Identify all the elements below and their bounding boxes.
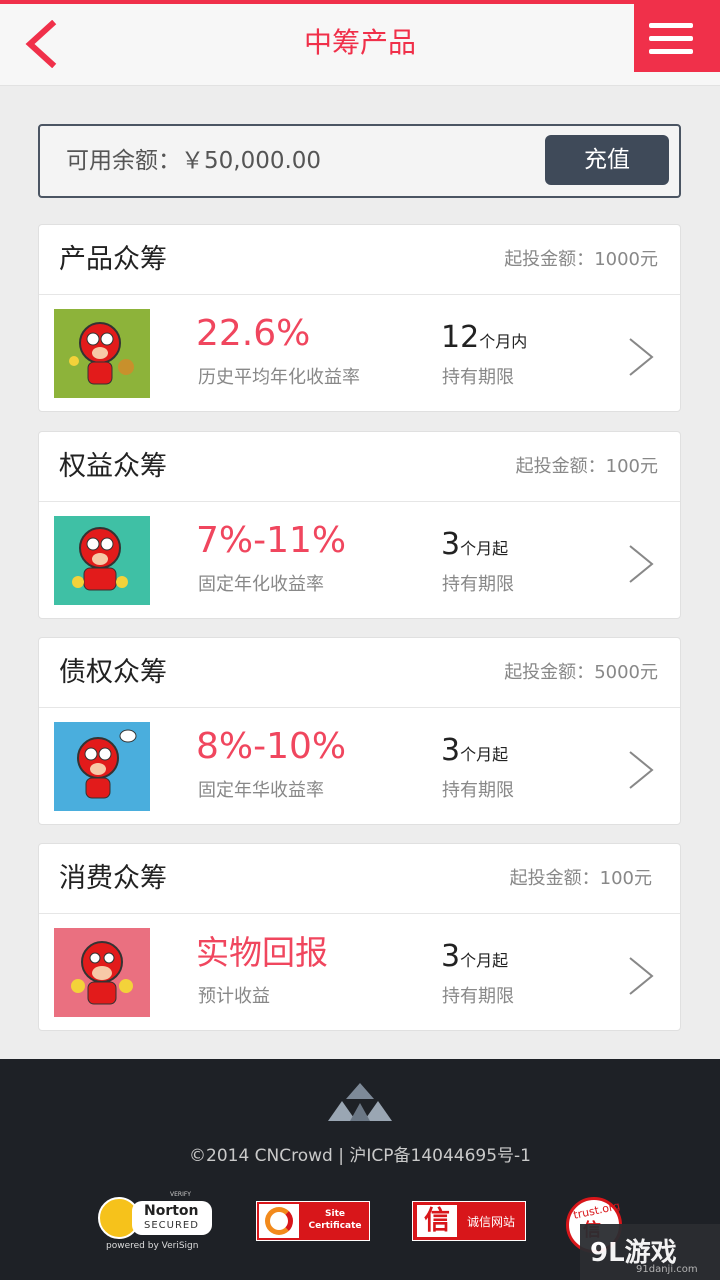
mascot-thumbnail xyxy=(54,309,150,398)
min-investment-label: 起投金额： xyxy=(504,249,595,270)
min-investment-value: 100元 xyxy=(599,868,652,889)
holding-term-label: 持有期限 xyxy=(442,780,514,801)
card-header: 债权众筹 起投金额：5000元 xyxy=(39,638,680,708)
hamburger-icon-bar xyxy=(649,36,693,41)
return-rate: 8%-10% xyxy=(196,726,347,767)
site-certificate-text: Site Certificate xyxy=(308,1209,362,1231)
card-header: 产品众筹 起投金额：1000元 xyxy=(39,225,680,295)
chevron-right-icon[interactable] xyxy=(626,750,656,790)
min-investment-label: 起投金额： xyxy=(504,662,595,683)
min-investment-value: 100元 xyxy=(605,456,658,477)
min-investment: 起投金额：100元 xyxy=(516,432,658,502)
term-number: 12 xyxy=(441,320,480,355)
return-rate: 7%-11% xyxy=(196,520,347,561)
term-number: 3 xyxy=(441,939,461,974)
trusted-website-badge[interactable]: 信 诚信网站 xyxy=(412,1201,526,1241)
holding-term: 3个月起 xyxy=(441,732,508,774)
mascot-thumbnail xyxy=(54,722,150,811)
site-certificate-badge[interactable]: Site Certificate xyxy=(256,1201,370,1241)
holding-term-label: 持有期限 xyxy=(442,574,514,595)
product-card-debt[interactable]: 债权众筹 起投金额：5000元 8%-10% 固定年华收益率 3个月起 持有期限 xyxy=(38,637,681,825)
chevron-right-icon[interactable] xyxy=(626,956,656,996)
mascot-thumbnail xyxy=(54,516,150,605)
card-title: 债权众筹 xyxy=(59,657,167,688)
watermark-url: 91danji.com xyxy=(636,1264,698,1275)
term-unit: 个月起 xyxy=(460,745,509,764)
card-title: 权益众筹 xyxy=(59,451,167,482)
app-header: 中筹产品 xyxy=(0,4,720,86)
powered-by-text: powered by VeriSign xyxy=(106,1241,199,1251)
hamburger-icon xyxy=(649,23,693,28)
min-investment-label: 起投金额： xyxy=(515,456,606,477)
holding-term-label: 持有期限 xyxy=(442,986,514,1007)
term-unit: 个月起 xyxy=(460,951,509,970)
holding-term: 3个月起 xyxy=(441,526,508,568)
min-investment: 起投金额：5000元 xyxy=(504,638,658,708)
watermark: 9L游戏 91danji.com xyxy=(580,1224,720,1280)
term-unit: 个月起 xyxy=(460,539,509,558)
min-investment-value: 5000元 xyxy=(594,662,658,683)
term-number: 3 xyxy=(441,527,461,562)
cncrowd-logo-icon xyxy=(328,1083,392,1121)
holding-term: 12个月内 xyxy=(441,319,527,361)
term-number: 3 xyxy=(441,733,461,768)
min-investment-label: 起投金额： xyxy=(509,868,600,889)
return-rate-label: 固定年化收益率 xyxy=(198,574,324,595)
return-rate-label: 预计收益 xyxy=(198,986,270,1007)
menu-button[interactable] xyxy=(634,4,720,72)
secured-text: SECURED xyxy=(144,1220,199,1231)
min-investment-value: 1000元 xyxy=(594,249,658,270)
certificate-ring-icon xyxy=(265,1207,293,1235)
xin-icon: 信 xyxy=(417,1205,457,1237)
chevron-left-icon[interactable] xyxy=(22,20,62,68)
site-certificate-icon-box xyxy=(259,1204,299,1238)
available-balance: 可用余额：￥50,000.00 xyxy=(66,148,322,174)
chevron-right-icon[interactable] xyxy=(626,544,656,584)
mascot-thumbnail xyxy=(54,928,150,1017)
trusted-website-text: 诚信网站 xyxy=(467,1215,516,1229)
return-rate: 实物回报 xyxy=(196,933,328,972)
norton-verify-text: VERIFY xyxy=(170,1191,191,1198)
term-unit: 个月内 xyxy=(479,332,528,351)
card-header: 消费众筹 起投金额：100元 xyxy=(39,844,680,914)
hamburger-icon-bar xyxy=(649,49,693,54)
holding-term: 3个月起 xyxy=(441,938,508,980)
card-title: 消费众筹 xyxy=(59,863,167,894)
return-rate-label: 历史平均年化收益率 xyxy=(198,367,360,388)
min-investment: 起投金额：1000元 xyxy=(504,225,658,295)
return-rate-label: 固定年华收益率 xyxy=(198,780,324,801)
norton-secured-badge[interactable]: VERIFY Norton SECURED powered by VeriSig… xyxy=(98,1191,216,1251)
min-investment: 起投金额：100元 xyxy=(510,844,652,914)
holding-term-label: 持有期限 xyxy=(442,367,514,388)
balance-panel: 可用余额：￥50,000.00 充值 xyxy=(38,124,681,198)
copyright-text: ©2014 CNCrowd | 沪ICP备14044695号-1 xyxy=(189,1146,531,1166)
norton-text: Norton xyxy=(144,1203,199,1219)
card-header: 权益众筹 起投金额：100元 xyxy=(39,432,680,502)
chevron-right-icon[interactable] xyxy=(626,337,656,377)
card-title: 产品众筹 xyxy=(59,244,167,275)
product-card-equity[interactable]: 权益众筹 起投金额：100元 7%-11% 固定年化收益率 3个月起 持有期限 xyxy=(38,431,681,619)
recharge-button[interactable]: 充值 xyxy=(545,135,669,185)
product-card-products[interactable]: 产品众筹 起投金额：1000元 22.6% 历史平均年化收益率 12个月内 持有… xyxy=(38,224,681,412)
page-title: 中筹产品 xyxy=(303,26,416,59)
return-rate: 22.6% xyxy=(196,313,311,354)
product-card-consumer[interactable]: 消费众筹 起投金额：100元 实物回报 预计收益 3个月起 持有期限 xyxy=(38,843,681,1031)
